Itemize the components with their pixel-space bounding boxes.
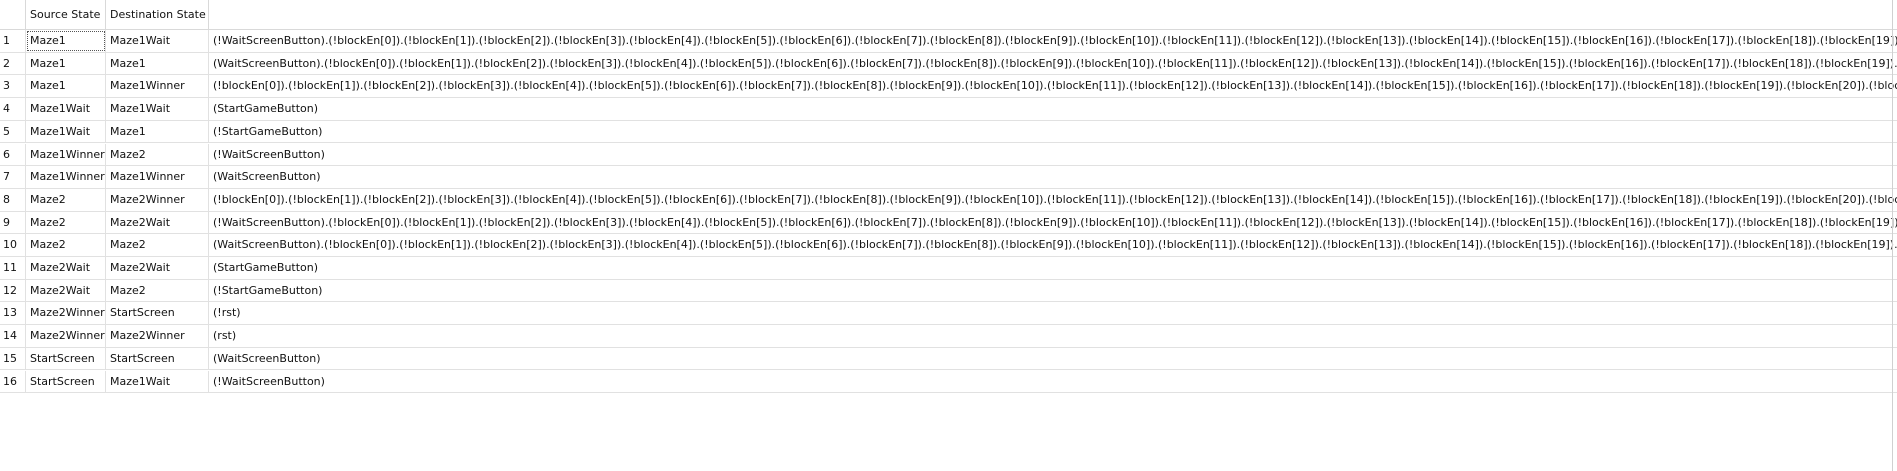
row-number-cell[interactable]: 14: [0, 325, 26, 347]
condition-cell[interactable]: (!blockEn[0]).(!blockEn[1]).(!blockEn[2]…: [209, 189, 1897, 211]
condition-cell[interactable]: (!WaitScreenButton).(!blockEn[0]).(!bloc…: [209, 212, 1897, 234]
column-header-row-number[interactable]: [0, 0, 26, 30]
condition-cell[interactable]: (WaitScreenButton).(!blockEn[0]).(!block…: [209, 53, 1897, 75]
destination-state-cell[interactable]: Maze2: [106, 279, 209, 302]
row-number-cell[interactable]: 10: [0, 234, 26, 256]
source-state-cell[interactable]: Maze1: [26, 30, 106, 52]
condition-cell[interactable]: (!blockEn[0]).(!blockEn[1]).(!blockEn[2]…: [209, 75, 1897, 97]
table-row[interactable]: 1 Maze1 Maze1Wait (!WaitScreenButton).(!blo…: [0, 30, 1897, 53]
source-state-cell[interactable]: Maze1Winner: [26, 166, 106, 188]
column-header-destination-state[interactable]: Destination State: [106, 0, 209, 30]
row-number-cell[interactable]: 3: [0, 75, 26, 98]
destination-state-cell[interactable]: StartScreen: [106, 347, 209, 370]
table-row[interactable]: 16 StartScreen Maze1Wait (!WaitScreenButton…: [0, 370, 1897, 394]
source-state-cell[interactable]: StartScreen: [26, 347, 106, 370]
destination-state-cell[interactable]: Maze1: [106, 120, 209, 143]
destination-state-cell[interactable]: Maze1Winner: [106, 166, 209, 188]
table-row[interactable]: 4 Maze1Wait Maze1Wait (StartGameButton): [0, 98, 1897, 121]
state-transition-table: Source State Destination State 1 Maze1 Maz…: [0, 0, 1897, 471]
row-number-cell[interactable]: 12: [0, 279, 26, 302]
table-row[interactable]: 11 Maze2Wait Maze2Wait (StartGameButton): [0, 257, 1897, 280]
condition-cell[interactable]: (!rst): [209, 302, 1897, 324]
condition-cell[interactable]: (WaitScreenButton).(!blockEn[0]).(!block…: [209, 234, 1897, 256]
condition-cell[interactable]: (!WaitScreenButton).(!blockEn[0]).(!bloc…: [209, 30, 1897, 52]
row-number-cell[interactable]: 5: [0, 120, 26, 143]
source-state-cell[interactable]: Maze2Winner: [26, 302, 106, 325]
destination-state-cell[interactable]: Maze2: [106, 234, 209, 256]
table-row[interactable]: 5 Maze1Wait Maze1 (!StartGameButton): [0, 120, 1897, 144]
row-number-cell[interactable]: 8: [0, 188, 26, 211]
destination-state-cell[interactable]: Maze2Wait: [106, 257, 209, 279]
row-number-cell[interactable]: 2: [0, 52, 26, 75]
table-row[interactable]: 13 Maze2Winner StartScreen (!rst): [0, 302, 1897, 326]
destination-state-cell[interactable]: StartScreen: [106, 302, 209, 325]
source-state-cell[interactable]: Maze2: [26, 234, 106, 256]
condition-cell[interactable]: (StartGameButton): [209, 257, 1897, 279]
table-row[interactable]: 12 Maze2Wait Maze2 (!StartGameButton): [0, 279, 1897, 303]
destination-state-cell[interactable]: Maze2: [106, 143, 209, 166]
condition-cell[interactable]: (!StartGameButton): [209, 280, 1897, 302]
row-number-cell[interactable]: 4: [0, 98, 26, 120]
column-header-source-state[interactable]: Source State: [26, 0, 106, 30]
destination-state-cell[interactable]: Maze2Winner: [106, 325, 209, 347]
table-row[interactable]: 3 Maze1 Maze1Winner (!blockEn[0]).(!blockEn…: [0, 75, 1897, 99]
row-number-cell[interactable]: 16: [0, 370, 26, 393]
table-row[interactable]: 10 Maze2 Maze2 (WaitScreenButton).(!blockEn…: [0, 234, 1897, 257]
right-grid-divider: [1892, 0, 1893, 471]
condition-cell[interactable]: (StartGameButton): [209, 98, 1897, 120]
source-state-cell[interactable]: Maze2Winner: [26, 325, 106, 347]
column-header-condition[interactable]: [209, 0, 1897, 30]
condition-cell[interactable]: (!StartGameButton): [209, 121, 1897, 143]
row-number-cell[interactable]: 9: [0, 211, 26, 234]
row-number-cell[interactable]: 6: [0, 143, 26, 166]
source-state-cell[interactable]: Maze1: [26, 52, 106, 75]
destination-state-cell[interactable]: Maze1Wait: [106, 30, 209, 52]
row-number-cell[interactable]: 13: [0, 302, 26, 325]
destination-state-cell[interactable]: Maze1Wait: [106, 370, 209, 393]
row-number-cell[interactable]: 1: [0, 30, 26, 52]
source-state-cell[interactable]: Maze1Wait: [26, 120, 106, 143]
condition-cell[interactable]: (WaitScreenButton): [209, 348, 1897, 370]
table-row[interactable]: 8 Maze2 Maze2Winner (!blockEn[0]).(!blockEn…: [0, 188, 1897, 212]
row-number-cell[interactable]: 7: [0, 166, 26, 188]
source-state-cell[interactable]: Maze1Winner: [26, 143, 106, 166]
condition-cell[interactable]: (WaitScreenButton): [209, 166, 1897, 188]
source-state-cell[interactable]: Maze2: [26, 211, 106, 234]
table-row[interactable]: 9 Maze2 Maze2Wait (!WaitScreenButton).(!blo…: [0, 211, 1897, 235]
source-state-cell[interactable]: StartScreen: [26, 370, 106, 393]
destination-state-cell[interactable]: Maze1: [106, 52, 209, 75]
source-state-cell[interactable]: Maze2Wait: [26, 279, 106, 302]
destination-state-cell[interactable]: Maze2Winner: [106, 188, 209, 211]
condition-cell[interactable]: (!WaitScreenButton): [209, 144, 1897, 166]
table-row[interactable]: 6 Maze1Winner Maze2 (!WaitScreenButton): [0, 143, 1897, 167]
source-state-cell[interactable]: Maze2: [26, 188, 106, 211]
destination-state-cell[interactable]: Maze2Wait: [106, 211, 209, 234]
source-state-cell[interactable]: Maze1: [26, 75, 106, 98]
source-state-cell[interactable]: Maze1Wait: [26, 98, 106, 120]
destination-state-cell[interactable]: Maze1Wait: [106, 98, 209, 120]
table-row[interactable]: 15 StartScreen StartScreen (WaitScreenButto…: [0, 347, 1897, 371]
condition-cell[interactable]: (rst): [209, 325, 1897, 347]
destination-state-cell[interactable]: Maze1Winner: [106, 75, 209, 98]
row-number-cell[interactable]: 11: [0, 257, 26, 279]
table-row[interactable]: 2 Maze1 Maze1 (WaitScreenButton).(!blockEn[…: [0, 52, 1897, 76]
table-row[interactable]: 7 Maze1Winner Maze1Winner (WaitScreenButton…: [0, 166, 1897, 189]
condition-cell[interactable]: (!WaitScreenButton): [209, 371, 1897, 393]
source-state-cell[interactable]: Maze2Wait: [26, 257, 106, 279]
row-number-cell[interactable]: 15: [0, 347, 26, 370]
table-row[interactable]: 14 Maze2Winner Maze2Winner (rst): [0, 325, 1897, 348]
